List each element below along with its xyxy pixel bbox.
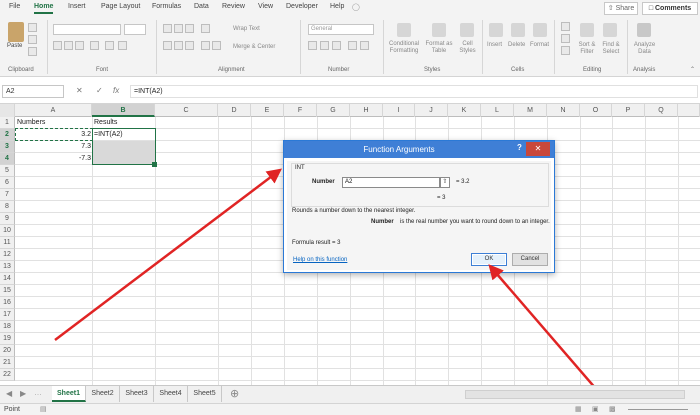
sheet-tab-1[interactable]: Sheet1 (52, 386, 86, 402)
sheet-tab-5[interactable]: Sheet5 (188, 386, 222, 402)
page-layout-view-icon[interactable]: ▣ (592, 405, 599, 413)
add-sheet-icon[interactable]: ⊕ (230, 387, 239, 400)
sheet-tab-2[interactable]: Sheet2 (86, 386, 120, 402)
annotation-arrows (54, 168, 604, 398)
status-mode: Point (4, 406, 20, 413)
normal-view-icon[interactable]: ▦ (575, 405, 582, 413)
arrow-to-input (54, 168, 282, 341)
sheet-tab-bar: ◀ ▶ … Sheet1 Sheet2 Sheet3 Sheet4 Sheet5… (0, 385, 700, 403)
page-break-view-icon[interactable]: ▩ (609, 405, 616, 413)
status-bar: Point ▤ ▦ ▣ ▩ (0, 403, 700, 415)
zoom-slider[interactable] (628, 409, 688, 410)
sheet-tab-3[interactable]: Sheet3 (120, 386, 154, 402)
horizontal-scrollbar[interactable] (465, 390, 685, 399)
arrow-to-ok (488, 264, 604, 398)
chevron-right-icon[interactable]: ▶ (20, 389, 26, 398)
macro-record-icon[interactable]: ▤ (40, 405, 47, 413)
more-icon[interactable]: … (34, 388, 42, 397)
sheet-tab-4[interactable]: Sheet4 (154, 386, 188, 402)
chevron-left-icon[interactable]: ◀ (6, 389, 12, 398)
